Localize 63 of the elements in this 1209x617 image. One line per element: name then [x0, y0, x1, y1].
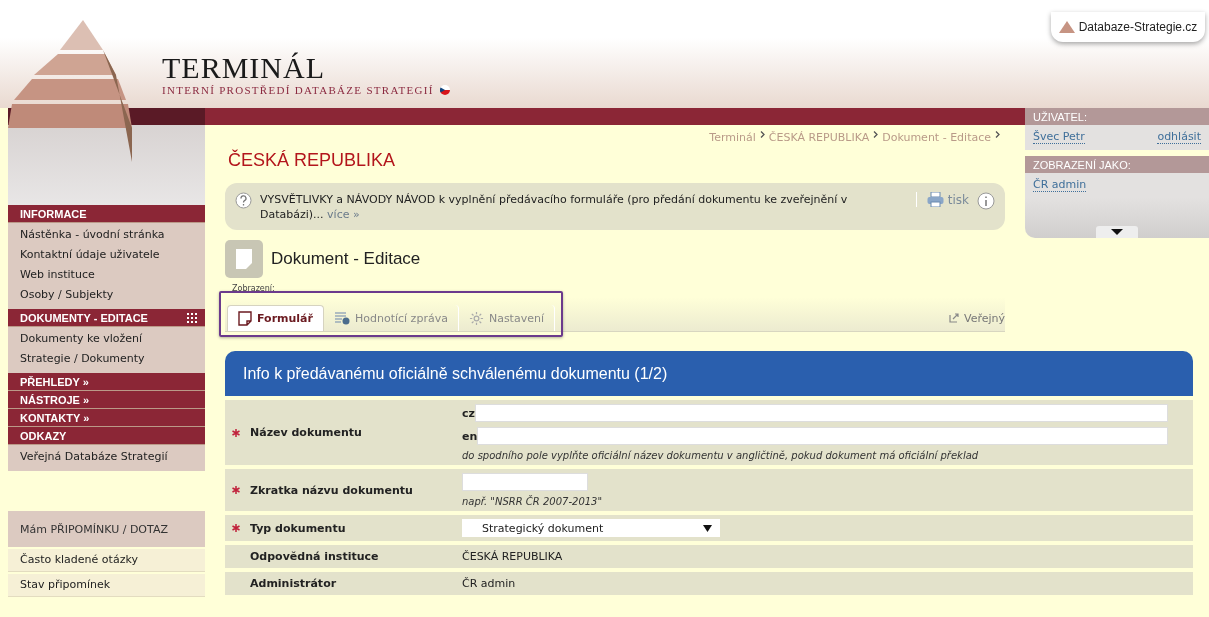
chevron-icon: [995, 131, 1000, 138]
chevron-icon: [759, 131, 765, 138]
menu-link[interactable]: Stav připomínek: [8, 574, 205, 597]
report-check-icon: [333, 311, 350, 325]
section-title: DOKUMENTY - EDITACE: [20, 311, 148, 324]
app-title: TERMINÁL: [162, 52, 326, 84]
chevron-icon: [873, 131, 879, 138]
menu-link[interactable]: Nástěnka - úvodní stránka: [8, 225, 205, 245]
field-label: Odpovědná instituce: [250, 550, 379, 563]
text-input[interactable]: [462, 473, 588, 491]
panel-heading: UŽIVATEL:: [1025, 108, 1209, 125]
language-label: cz: [462, 406, 475, 420]
document-icon: [225, 240, 263, 278]
field-label: Typ dokumentu: [250, 521, 346, 535]
view-label: Zobrazení:: [232, 284, 276, 293]
menu-link[interactable]: Kontaktní údaje uživatele: [8, 245, 205, 265]
panel-heading: ZOBRAZENÍ JAKO:: [1025, 156, 1209, 173]
menu-link[interactable]: Strategie / Dokumenty: [8, 349, 205, 369]
text-input[interactable]: [477, 427, 1168, 445]
info-icon[interactable]: [977, 192, 995, 210]
external-link-icon: [948, 313, 959, 323]
menu-link[interactable]: Často kladené otázky: [8, 549, 205, 572]
note-icon: [238, 311, 252, 326]
document-title: Dokument - Editace: [271, 249, 421, 269]
hint-text: např. "NSRR ČR 2007-2013": [462, 496, 604, 507]
menu-link[interactable]: Web instituce: [8, 265, 205, 285]
section-title: KONTAKTY »: [20, 411, 90, 424]
form-header: Info k předávanému oficiálně schválenému dokumentu (1/2): [225, 351, 1193, 396]
section-title: ODKAZY: [20, 429, 67, 442]
gear-icon: [468, 310, 484, 326]
feedback-heading: Mám PŘIPOMÍNKU / DOTAZ: [8, 511, 205, 547]
section-title: PŘEHLEDY »: [20, 375, 89, 388]
text-input[interactable]: [474, 404, 1168, 422]
help-text: VYSVĚTLIVKY a NÁVODY NÁVOD k vyplnění předávacího formuláře (pro předání dokumentu ke zveřejnění v Databázi)... více »: [260, 192, 849, 222]
field-value: ČR admin: [462, 577, 517, 590]
select-field[interactable]: Strategický dokument: [462, 519, 720, 537]
public-link[interactable]: Veřejný: [948, 305, 1005, 331]
language-label: en: [462, 429, 478, 443]
app-subtitle: INTERNÍ PROSTŘEDÍ DATABÁZE STRATEGIÍ: [162, 84, 434, 96]
flag-icon: [439, 85, 450, 95]
page-title: ČESKÁ REPUBLIKA: [228, 150, 397, 171]
down-triangle-icon: [1111, 229, 1123, 235]
tab[interactable]: Formulář: [227, 305, 324, 331]
field-label: Název dokumentu: [250, 426, 362, 439]
field-value: ČESKÁ REPUBLIKA: [462, 550, 564, 563]
grid-icon: [187, 312, 197, 323]
section-title: INFORMACE: [20, 207, 87, 220]
menu-link[interactable]: Osoby / Subjekty: [8, 285, 205, 305]
user-link[interactable]: Švec Petr: [1033, 130, 1085, 144]
help-icon: [235, 192, 252, 209]
role-link[interactable]: ČR admin: [1033, 178, 1087, 192]
pyramid-icon: [1058, 21, 1075, 33]
more-link[interactable]: více »: [327, 208, 360, 221]
logout-link[interactable]: odhlásit: [1157, 130, 1201, 144]
section-title: NÁSTROJE »: [20, 393, 90, 406]
expand-button[interactable]: [1096, 226, 1138, 238]
printer-icon: [926, 192, 944, 207]
hint-text: do spodního pole vyplňte oficiální název dokumentu v angličtině, pokud dokument má oficiální překlad: [462, 450, 980, 461]
menu-link[interactable]: Dokumenty ke vložení: [8, 329, 205, 349]
site-link[interactable]: Databaze-Strategie.cz: [1051, 12, 1205, 42]
field-label: Administrátor: [250, 577, 337, 590]
dropdown-arrow-icon: [703, 524, 712, 532]
field-label: Zkratka názvu dokumentu: [250, 483, 413, 497]
